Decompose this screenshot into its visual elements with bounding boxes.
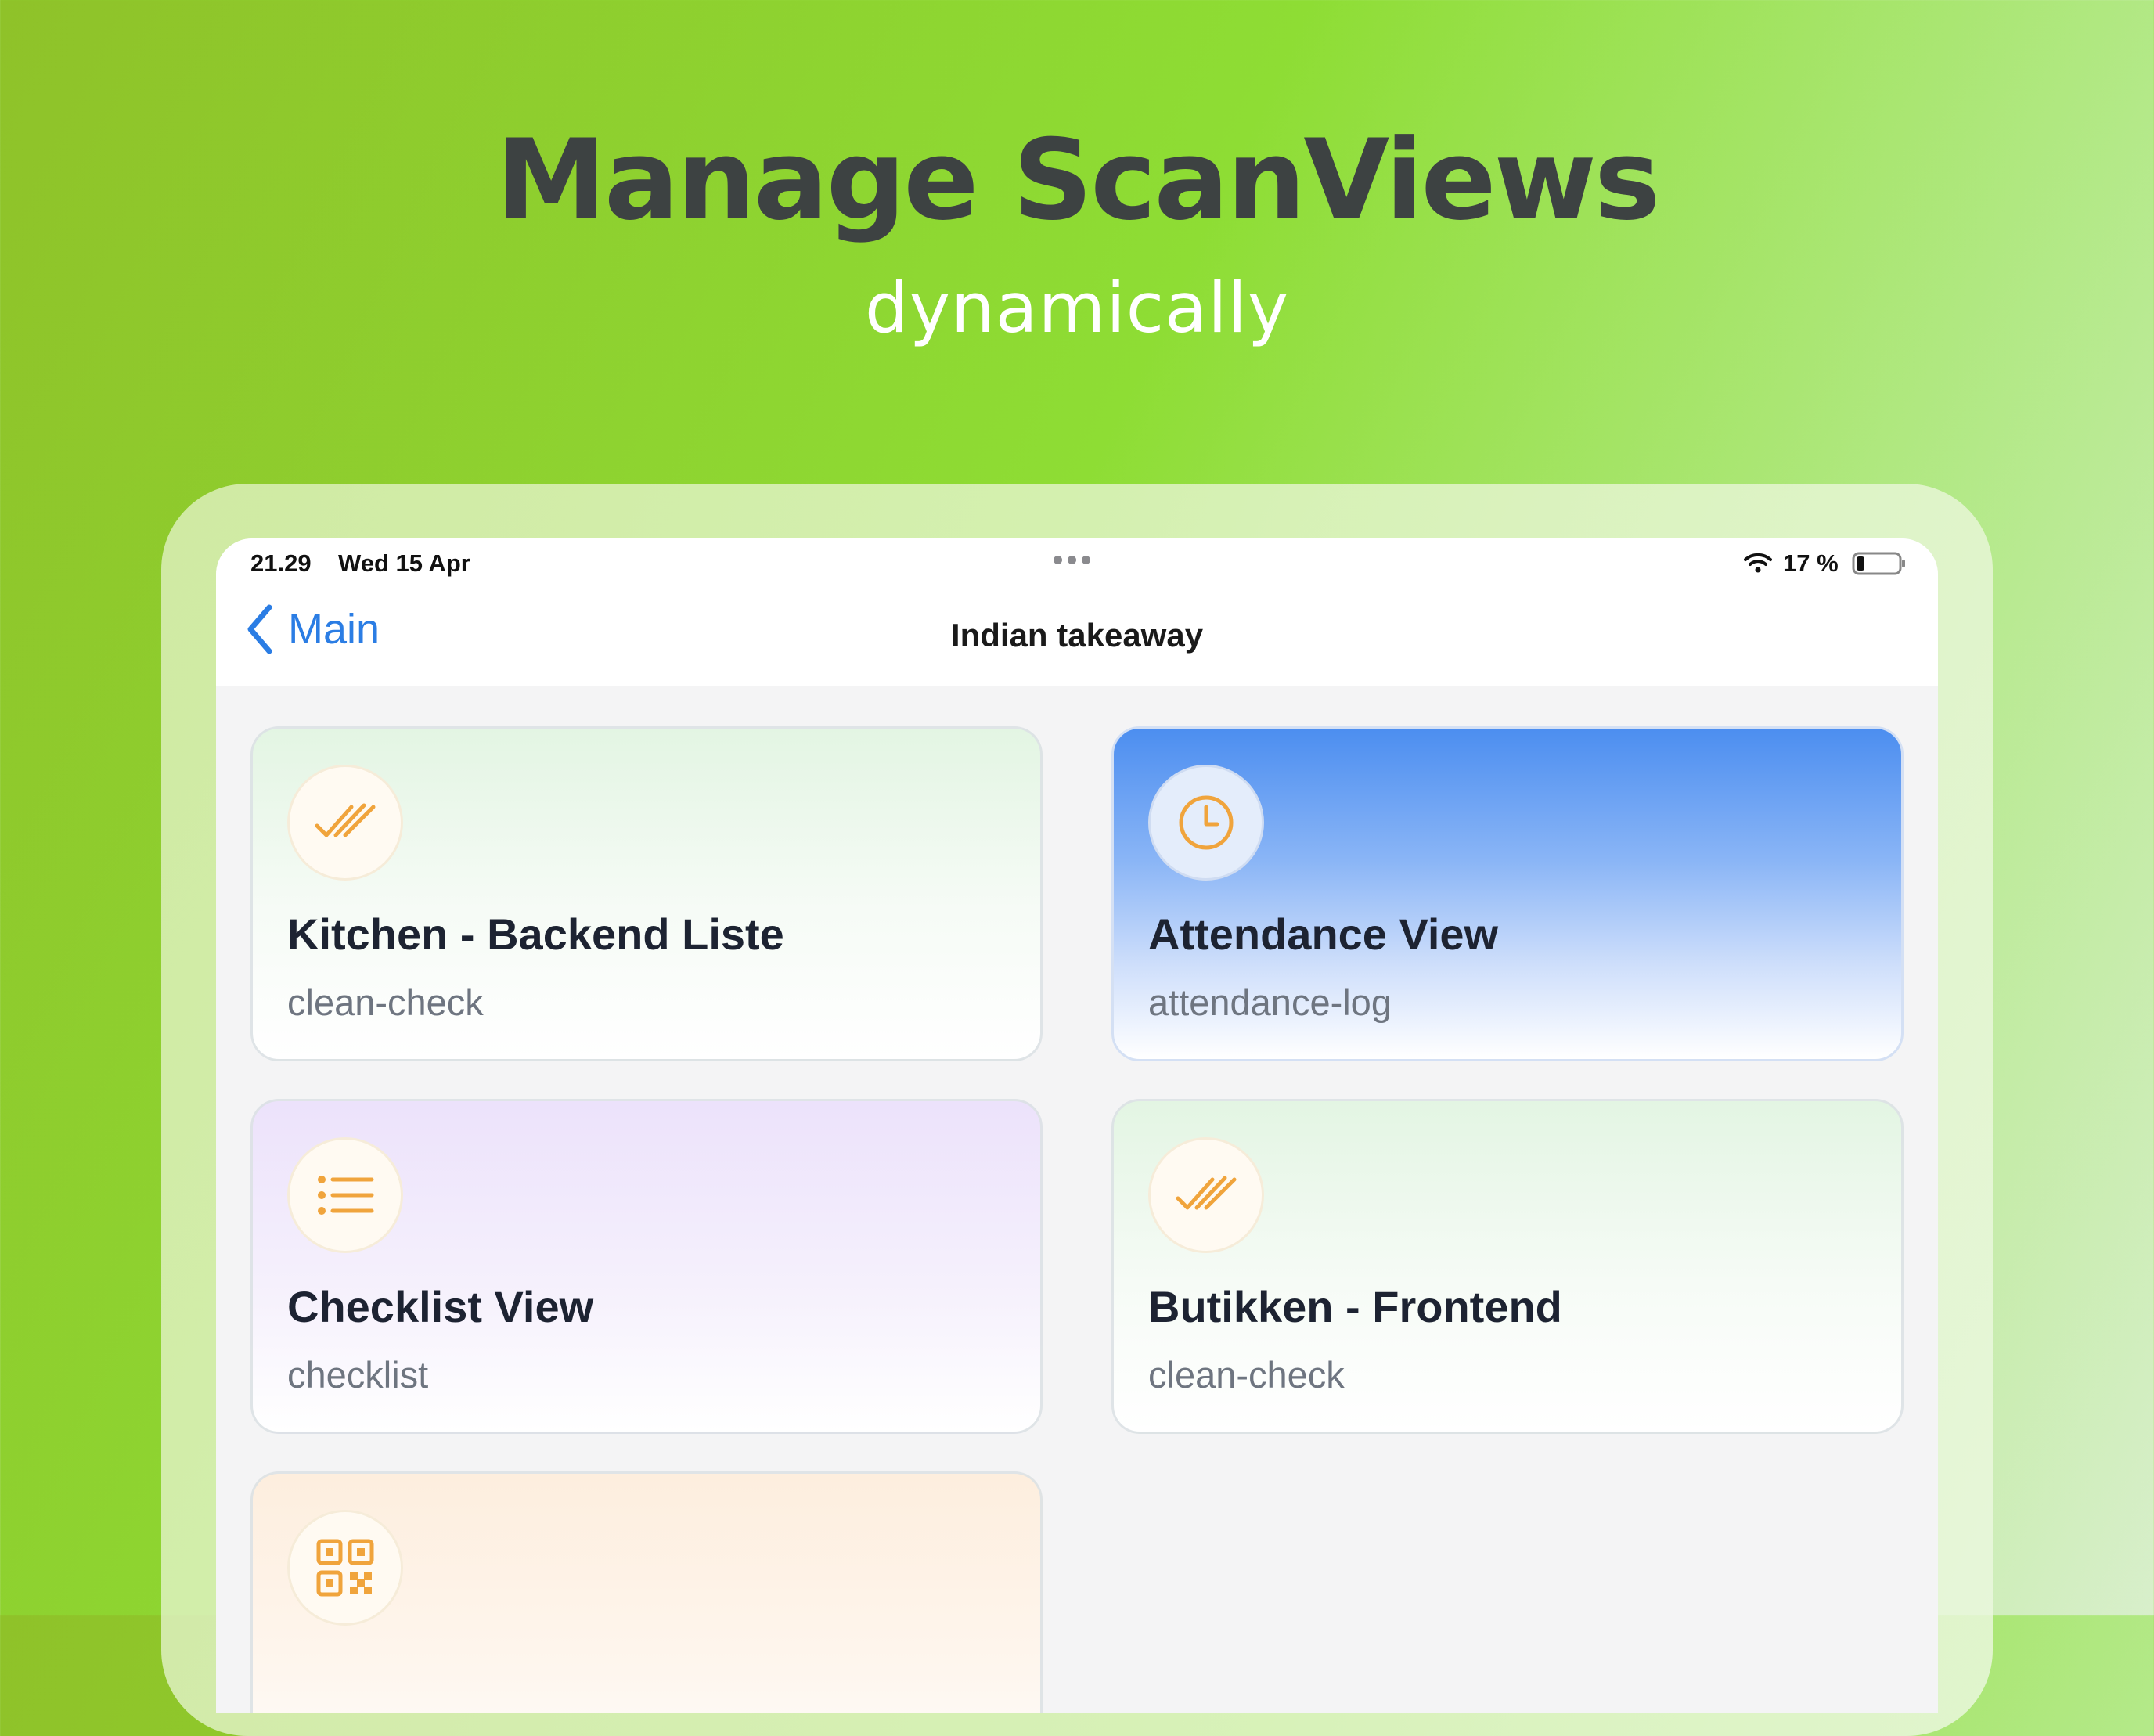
page-title: Indian takeaway <box>950 617 1204 654</box>
card-icon-badge <box>1148 765 1264 881</box>
status-date: Wed 15 Apr <box>338 549 470 577</box>
status-time: 21.29 <box>250 549 312 577</box>
status-bar: 21.29 Wed 15 Apr 17 % <box>216 538 1938 585</box>
card-icon-badge <box>1148 1137 1264 1253</box>
card-title: Kitchen - Backend Liste <box>287 909 784 959</box>
card-icon-badge <box>287 1510 403 1626</box>
navigation-bar: Main Indian takeaway <box>216 585 1938 686</box>
scanview-card-butikken-frontend[interactable]: Butikken - Frontend clean-check <box>1111 1099 1904 1434</box>
scanview-card-kitchen-backend[interactable]: Kitchen - Backend Liste clean-check <box>250 726 1043 1061</box>
battery-icon <box>1852 552 1905 575</box>
card-icon-badge <box>287 765 403 881</box>
card-subtitle: clean-check <box>287 981 484 1023</box>
clock-icon <box>1179 795 1234 850</box>
double-check-icon <box>315 803 376 837</box>
card-title: Butikken - Frontend <box>1148 1282 1562 1331</box>
scanview-card-checklist[interactable]: Checklist View checklist <box>250 1099 1043 1434</box>
list-icon <box>318 1176 374 1215</box>
multitasking-dots[interactable] <box>1054 556 1090 564</box>
device-screen: 21.29 Wed 15 Apr 17 % Main Indian takeaw… <box>216 538 1938 1713</box>
scanview-card-qr[interactable] <box>250 1471 1043 1713</box>
scanview-card-attendance[interactable]: Attendance View attendance-log <box>1111 726 1904 1061</box>
wifi-icon <box>1744 553 1772 573</box>
hero-subtitle: dynamically <box>864 268 1290 348</box>
card-subtitle: clean-check <box>1148 1354 1345 1396</box>
hero-title: Manage ScanViews <box>495 116 1661 245</box>
card-subtitle: attendance-log <box>1148 981 1392 1023</box>
card-icon-badge <box>287 1137 403 1253</box>
card-title: Checklist View <box>287 1282 594 1331</box>
double-check-icon <box>1176 1176 1237 1210</box>
qr-code-icon <box>316 1539 374 1597</box>
battery-percentage: 17 % <box>1783 549 1839 577</box>
card-subtitle: checklist <box>287 1354 429 1396</box>
card-title: Attendance View <box>1148 909 1499 959</box>
